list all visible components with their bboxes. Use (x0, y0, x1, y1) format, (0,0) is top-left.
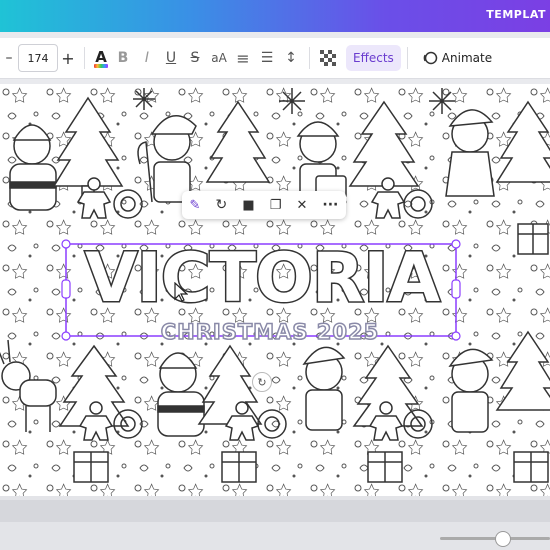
toolbar-divider (309, 47, 310, 69)
regenerate-icon[interactable]: ↻ (216, 197, 228, 213)
magic-edit-icon[interactable]: ✎ (190, 198, 201, 213)
text-color-button[interactable]: A (91, 44, 111, 72)
underline-button[interactable]: U (159, 44, 183, 72)
toolbar-divider (406, 47, 408, 69)
strikethrough-button[interactable]: S (183, 44, 207, 72)
lock-icon[interactable]: ■ (242, 198, 254, 213)
transparency-icon (320, 50, 336, 66)
page-scroll-strip[interactable] (0, 500, 550, 522)
santa-figure (9, 124, 57, 211)
color-bar (94, 64, 108, 68)
design-canvas[interactable]: VICTORIA CHRISTMAS 2025 ✎ ↻ ■ ❐ ✕ ··· ↻ (0, 84, 550, 496)
list-button[interactable]: ☰ (255, 44, 279, 72)
templates-tab[interactable]: TEMPLAT (486, 8, 546, 21)
bold-button[interactable]: B (111, 44, 135, 72)
duplicate-icon[interactable]: ❐ (270, 198, 282, 213)
more-options-icon[interactable]: ··· (322, 197, 338, 213)
align-button[interactable]: ≡ (231, 44, 255, 72)
effects-button[interactable]: Effects (346, 45, 401, 71)
italic-button[interactable]: I (135, 44, 159, 72)
delete-icon[interactable]: ✕ (296, 198, 307, 213)
font-size-input[interactable]: 174 (18, 44, 58, 72)
subtitle-text[interactable]: CHRISTMAS 2025 (120, 319, 420, 345)
editor-header: TEMPLAT (0, 0, 550, 32)
rotate-handle-icon[interactable]: ↻ (252, 372, 272, 392)
animate-label: Animate (441, 51, 493, 65)
title-text[interactable]: VICTORIA (70, 234, 454, 324)
zoom-slider-knob[interactable] (495, 531, 511, 547)
mouse-cursor-icon (174, 282, 188, 302)
decrease-font-size-button[interactable]: – (0, 44, 18, 72)
text-toolbar: – 174 + A B I U S aA ≡ ☰ ↕ Effects Anima… (0, 38, 550, 79)
letter-case-button[interactable]: aA (207, 44, 231, 72)
animate-icon (423, 51, 438, 65)
girl-figure (445, 109, 495, 197)
animate-button[interactable]: Animate (422, 50, 492, 66)
increase-font-size-button[interactable]: + (58, 44, 78, 72)
toolbar-divider (84, 47, 85, 69)
transparency-button[interactable] (316, 44, 340, 72)
element-context-menu: ✎ ↻ ■ ❐ ✕ ··· (182, 191, 346, 219)
spacing-button[interactable]: ↕ (279, 44, 303, 72)
